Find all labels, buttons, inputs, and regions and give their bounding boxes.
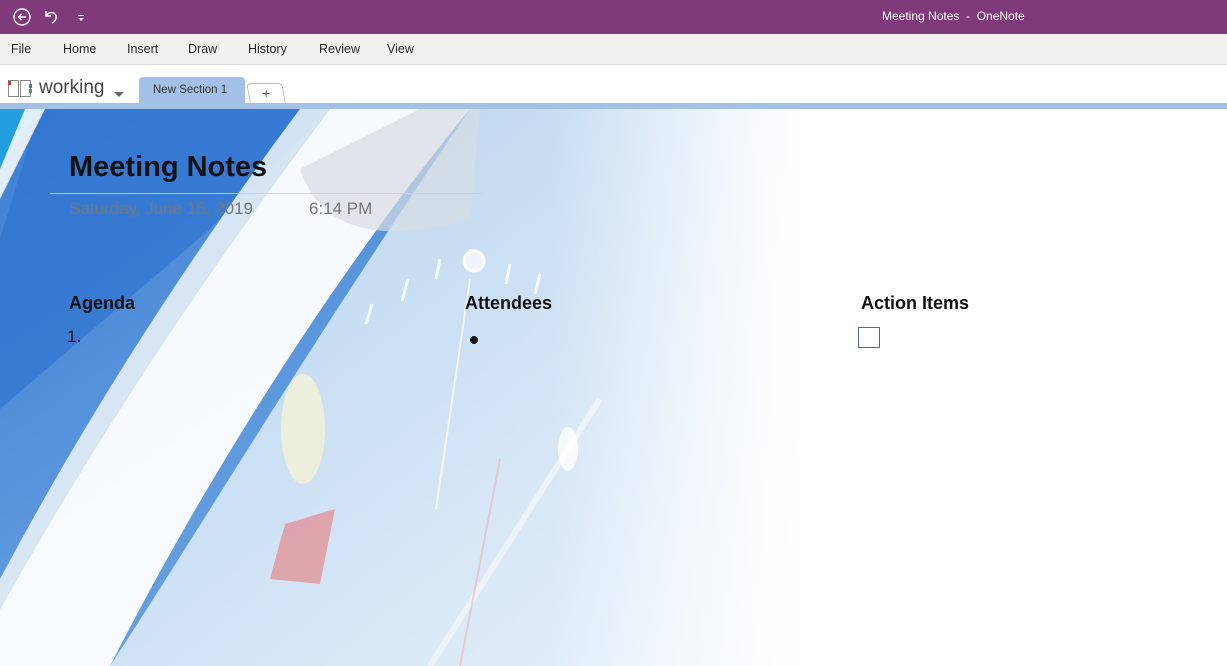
- menu-view[interactable]: View: [387, 42, 414, 56]
- chevron-down-icon[interactable]: [113, 86, 125, 97]
- page-time: 6:14 PM: [309, 199, 373, 218]
- plus-icon: +: [261, 85, 271, 101]
- action-items-heading[interactable]: Action Items: [861, 293, 969, 314]
- action-item-checkbox[interactable]: [858, 327, 880, 348]
- add-section-button[interactable]: +: [246, 83, 286, 103]
- attendees-heading[interactable]: Attendees: [465, 293, 552, 314]
- title-divider: [50, 193, 482, 194]
- notebook-bar: working New Section 1 +: [0, 66, 1227, 103]
- menu-review[interactable]: Review: [319, 42, 360, 56]
- menu-file[interactable]: File: [11, 42, 31, 56]
- menu-history[interactable]: History: [248, 42, 287, 56]
- notebook-icon[interactable]: [7, 78, 33, 98]
- section-tab-new-section-1[interactable]: New Section 1: [139, 77, 245, 103]
- page-date: Saturday, June 15, 2019: [69, 199, 253, 218]
- title-bar: Meeting Notes - OneNote: [0, 0, 1227, 34]
- page-title[interactable]: Meeting Notes: [69, 151, 267, 184]
- page-canvas[interactable]: Meeting Notes Saturday, June 15, 2019 6:…: [0, 109, 1227, 666]
- menu-home[interactable]: Home: [63, 42, 96, 56]
- undo-icon[interactable]: [40, 6, 62, 28]
- attendees-bullet-icon[interactable]: [470, 336, 478, 344]
- back-icon[interactable]: [11, 6, 33, 28]
- menu-bar: File Home Insert Draw History Review Vie…: [0, 34, 1227, 65]
- customize-quick-access-icon[interactable]: [70, 6, 92, 28]
- agenda-list-item-number[interactable]: 1.: [67, 327, 81, 347]
- notebook-name[interactable]: working: [39, 77, 104, 99]
- agenda-heading[interactable]: Agenda: [69, 293, 135, 314]
- menu-draw[interactable]: Draw: [188, 42, 217, 56]
- window-title: Meeting Notes - OneNote: [882, 9, 1025, 23]
- menu-insert[interactable]: Insert: [127, 42, 158, 56]
